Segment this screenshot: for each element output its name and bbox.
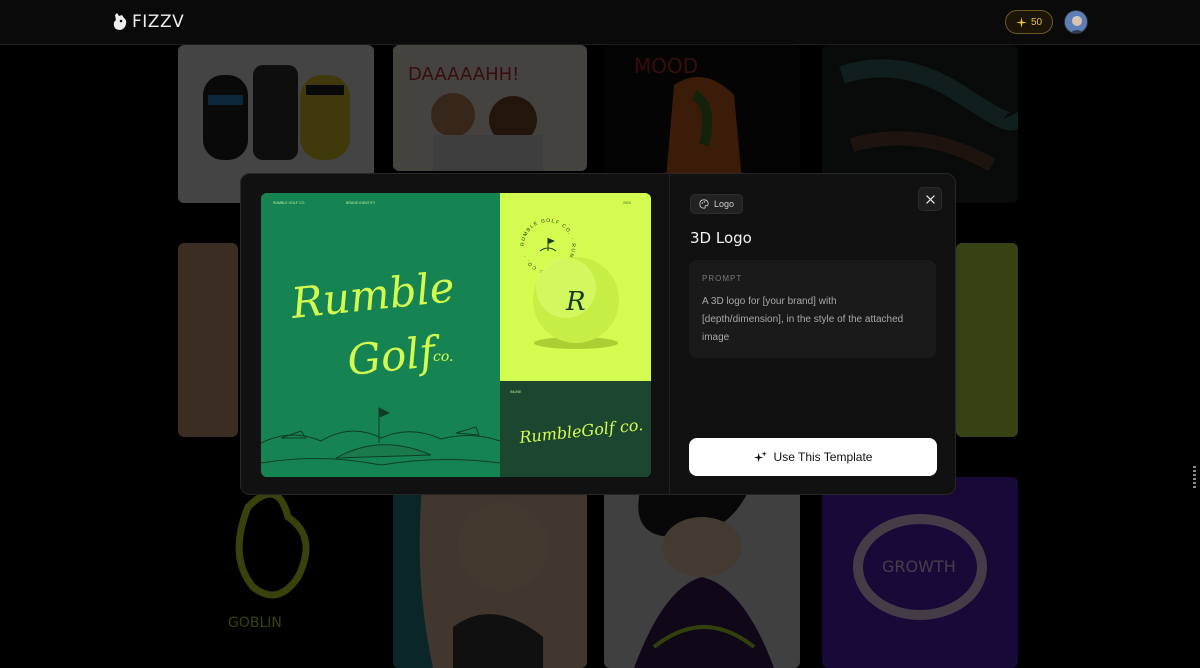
prompt-label: PROMPT	[702, 274, 743, 283]
modal-divider	[669, 174, 670, 494]
prompt-text: A 3D logo for [your brand] with [depth/d…	[702, 296, 904, 343]
credits-badge[interactable]: 50	[1005, 10, 1053, 34]
prompt-box: PROMPT A 3D logo for [your brand] with […	[689, 260, 936, 358]
template-modal: RUMBLE GOLF CO. BRAND IDENTITY Rumble Go…	[240, 173, 956, 495]
preview-brand-suffix: co.	[433, 349, 453, 365]
avatar[interactable]	[1064, 10, 1088, 34]
close-icon	[925, 194, 935, 204]
preview-brand-line-2: Golf	[345, 326, 444, 385]
avatar-image	[1065, 11, 1087, 33]
preview-header-right: 2024	[623, 201, 631, 205]
fizzv-bear-icon	[113, 13, 127, 30]
use-template-button[interactable]: Use This Template	[689, 438, 937, 476]
brand-name: FIZZV	[132, 12, 185, 32]
palette-icon	[699, 199, 709, 209]
top-bar: FIZZV 50	[0, 0, 1200, 45]
brand-logo[interactable]: FIZZV	[112, 10, 184, 34]
preview-header-center: BRAND IDENTITY	[346, 201, 376, 205]
sparkle-icon	[1015, 16, 1027, 28]
credits-count: 50	[1030, 16, 1043, 28]
preview-ball-monogram: R	[565, 287, 586, 317]
template-title: 3D Logo	[690, 229, 752, 247]
use-template-label: Use This Template	[773, 450, 873, 464]
preview-header-left: RUMBLE GOLF CO.	[273, 201, 305, 205]
sparkles-icon	[753, 450, 767, 462]
close-button[interactable]	[918, 187, 942, 211]
category-label: Logo	[714, 199, 735, 209]
template-preview-image: RUMBLE GOLF CO. BRAND IDENTITY Rumble Go…	[261, 193, 651, 477]
category-tag: Logo	[690, 194, 744, 214]
preview-wordmark-caption: INLINE	[510, 390, 522, 394]
scrollbar-indicator[interactable]	[1193, 466, 1196, 488]
